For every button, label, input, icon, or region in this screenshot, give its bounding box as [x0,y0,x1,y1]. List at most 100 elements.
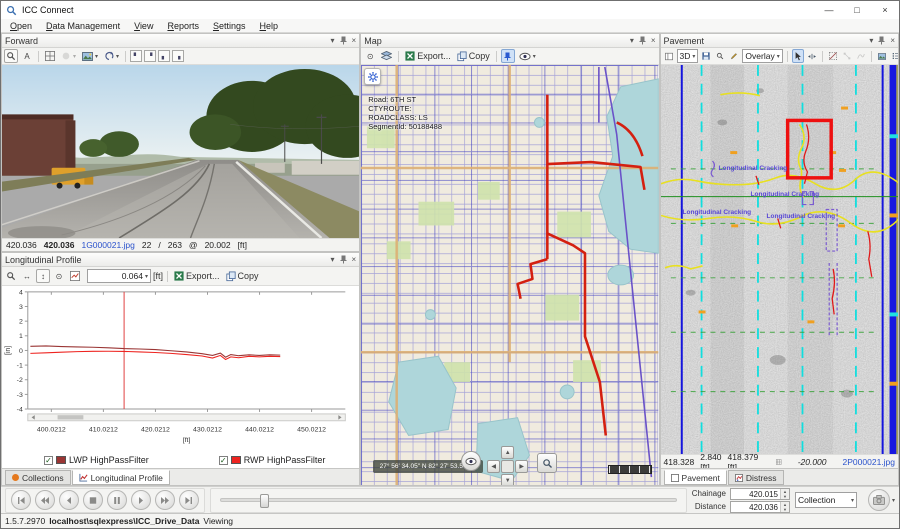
undo-button[interactable]: ▾ [102,49,121,63]
draw-distress-button[interactable] [728,49,740,63]
step-back-button[interactable] [59,490,79,510]
capture-mode-button[interactable] [868,489,890,511]
chart-settings-icon [70,271,80,281]
map-layers-button[interactable] [379,49,394,63]
pavement-image-button[interactable] [876,49,888,63]
minimize-button[interactable]: — [815,1,843,19]
map-track-button[interactable]: ⊙ [363,49,377,63]
zoom-tool-button[interactable] [4,49,18,63]
map-copy-button[interactable]: Copy [455,49,492,63]
grid-marker-icon[interactable] [776,457,781,467]
select-region-button[interactable] [827,49,839,63]
panel-menu-icon[interactable]: ▾ [630,37,634,45]
pavement-image-link[interactable]: 2P000021.jpg [843,457,895,467]
snapshot-button[interactable]: ▾ [80,49,100,63]
annotate-text-button[interactable]: A [20,49,34,63]
menu-settings[interactable]: Settings [206,21,253,31]
panel-close-icon[interactable]: × [890,37,895,45]
close-button[interactable]: × [871,1,899,19]
map-canvas[interactable]: Road: 6TH ST CTYROUTE: ROADCLASS: LS Seg… [361,65,658,485]
legend-checkbox[interactable]: ✓ [44,456,53,465]
spin-down-icon[interactable]: ▼ [781,507,789,512]
map-pan-left-button[interactable]: ◀ [487,460,500,473]
chart-scrollbar-thumb[interactable] [58,415,84,419]
overlay-select[interactable]: Overlay ▾ [742,49,782,63]
profile-copy-button[interactable]: Copy [224,269,261,283]
map-zoom-button[interactable] [537,453,557,473]
distress-list-button[interactable] [890,49,898,63]
pin-icon[interactable] [340,36,347,45]
pin-icon[interactable] [878,36,885,45]
copy-icon [457,51,467,62]
forward-image-link[interactable]: 1G000021.jpg [81,240,134,250]
rewind-button[interactable] [35,490,55,510]
tab-longitudinal-profile[interactable]: Longitudinal Profile [72,470,170,485]
chainage-spinner[interactable]: 420.015 ▲ ▼ [730,488,790,500]
database-path: localhost\sqlexpress\ICC_Drive_Data [49,516,199,526]
menu-reports[interactable]: Reports [160,21,206,31]
menu-help[interactable]: Help [253,21,286,31]
collection-select[interactable]: Collection ▾ [795,492,857,508]
panel-menu-icon[interactable]: ▾ [331,256,335,264]
forward-camera-image[interactable] [2,65,359,238]
curve-edit-button[interactable] [855,49,867,63]
dropdown-icon[interactable]: ▾ [892,497,895,504]
map-pan-down-button[interactable]: ▼ [501,474,514,485]
select-tool-button[interactable] [792,49,804,63]
stop-button[interactable] [83,490,103,510]
pavement-zoom-button[interactable] [714,49,726,63]
view-top-right-button[interactable]: ▝ [144,50,156,62]
map-settings-button[interactable] [364,68,381,85]
map-visibility-button[interactable]: ▾ [517,49,538,63]
pin-icon[interactable] [340,255,347,264]
distance-spinner[interactable]: 420.036 ▲ ▼ [730,501,790,513]
view-bottom-left-button[interactable]: ▖ [158,50,170,62]
pane-layout-button[interactable] [663,49,675,63]
spin-down-icon[interactable]: ▼ [781,494,789,499]
map-pan-up-button[interactable]: ▲ [501,446,514,459]
pause-button[interactable] [107,490,127,510]
center-cursor-button[interactable]: ⊙ [52,269,66,283]
profile-chart-area[interactable]: 43210-1-2-3-4400.0212410.0212420.0212430… [2,286,359,452]
menu-view[interactable]: View [127,21,160,31]
collections-icon [12,474,19,481]
pavement-view-mode-select[interactable]: 3D ▾ [677,49,699,63]
panel-close-icon[interactable]: × [352,37,357,45]
map-pin-toggle[interactable] [501,49,515,63]
panel-close-icon[interactable]: × [352,256,357,264]
panel-menu-icon[interactable]: ▾ [331,37,335,45]
tab-pavement[interactable]: Pavement [664,470,727,485]
measure-width-button[interactable] [806,49,818,63]
profile-export-button[interactable]: Export... [172,269,222,283]
view-bottom-right-button[interactable]: ▗ [172,50,184,62]
position-slider-thumb[interactable] [260,494,269,508]
record-button[interactable]: ▾ [59,49,78,63]
skip-start-button[interactable] [11,490,31,510]
profile-zoom-button[interactable] [4,269,18,283]
panel-close-icon[interactable]: × [651,37,656,45]
scale-spinner[interactable]: 0.064 ▾ [87,269,151,283]
play-button[interactable] [131,490,151,510]
fit-horizontal-button[interactable]: ↔ [20,269,34,283]
node-edit-button[interactable] [841,49,853,63]
menu-data-management[interactable]: Data Management [39,21,127,31]
pin-icon[interactable] [639,36,646,45]
legend-checkbox[interactable]: ✓ [219,456,228,465]
menu-open[interactable]: Open [3,21,39,31]
panel-menu-icon[interactable]: ▾ [869,37,873,45]
maximize-button[interactable]: □ [843,1,871,19]
grid-view-button[interactable] [43,49,57,63]
view-top-left-button[interactable]: ▘ [130,50,142,62]
position-slider[interactable] [220,498,677,502]
tab-distress[interactable]: Distress [728,470,784,485]
map-pan-right-button[interactable]: ▶ [515,460,528,473]
chart-options-button[interactable] [68,269,82,283]
map-export-button[interactable]: Export... [403,49,453,63]
save-button[interactable] [700,49,712,63]
skip-end-button[interactable] [179,490,199,510]
tab-collections[interactable]: Collections [5,470,71,485]
fit-vertical-button[interactable]: ↕ [36,269,50,283]
fast-forward-button[interactable] [155,490,175,510]
map-pan-center-button[interactable] [501,460,514,473]
pavement-image-canvas[interactable]: Longitudinal CrackingLongitudinal Cracki… [661,65,898,454]
